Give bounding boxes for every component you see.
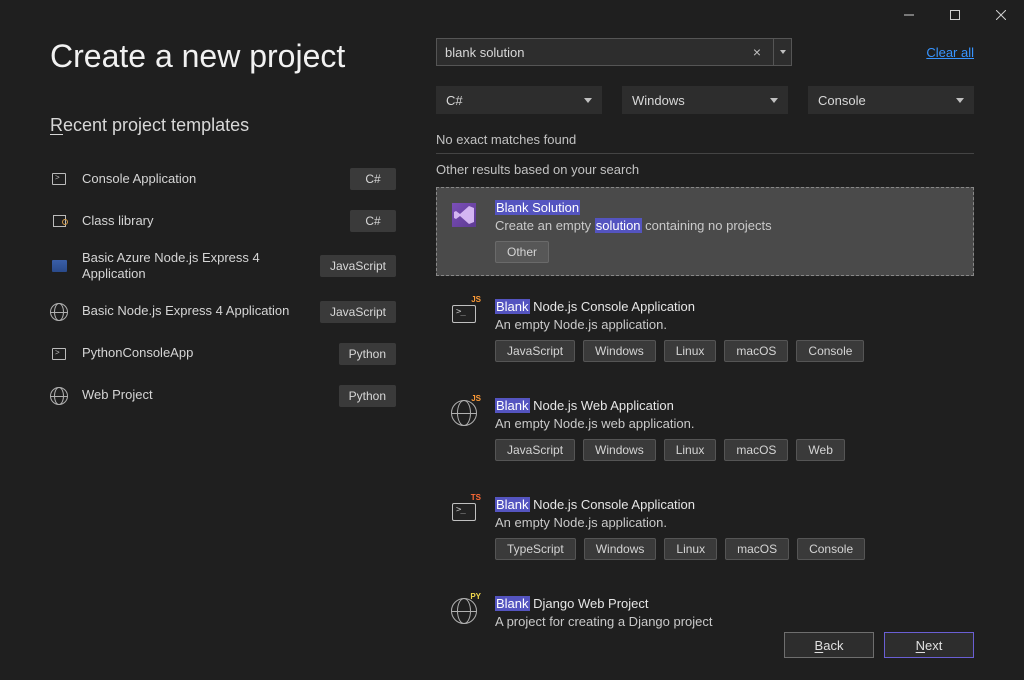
template-icon [50, 304, 68, 320]
result-tag: Console [797, 538, 865, 560]
result-icon: JS [449, 299, 479, 329]
result-description: An empty Node.js application. [495, 317, 961, 332]
language-badge: JavaScript [320, 301, 396, 323]
result-tag: JavaScript [495, 439, 575, 461]
language-badge-icon: JS [470, 395, 482, 403]
language-badge: C# [350, 168, 396, 190]
result-tag: Other [495, 241, 549, 263]
result-tag: JavaScript [495, 340, 575, 362]
result-item[interactable]: TS Blank Node.js Console Application An em… [436, 484, 974, 573]
recent-templates-list: Console Application C# Class library C# Basi… [50, 158, 396, 417]
project-type-filter-label: Console [818, 93, 866, 108]
template-label: Basic Azure Node.js Express 4 Applicatio… [82, 250, 306, 283]
template-label: Console Application [82, 171, 336, 187]
result-description: Create an empty solution containing no p… [495, 218, 961, 233]
result-item[interactable]: JS Blank Node.js Web Application An empty … [436, 385, 974, 474]
chevron-down-icon [584, 98, 592, 103]
language-filter-label: C# [446, 93, 463, 108]
template-icon [50, 213, 68, 229]
language-badge-icon: JS [470, 296, 482, 304]
result-icon: PY [449, 596, 479, 626]
clear-all-link[interactable]: Clear all [904, 45, 974, 60]
recent-template-item[interactable]: Console Application C# [50, 158, 396, 200]
results-list: Blank Solution Create an empty solution c… [436, 187, 974, 650]
result-description: An empty Node.js application. [495, 515, 961, 530]
result-title: Blank Django Web Project [495, 596, 961, 611]
minimize-button[interactable] [886, 0, 932, 30]
language-filter[interactable]: C# [436, 86, 602, 114]
result-icon: JS [449, 398, 479, 428]
recent-templates-heading: Recent project templates [50, 115, 396, 136]
result-tag: Linux [664, 340, 717, 362]
result-tags: JavaScript Windows Linux macOS Console [495, 340, 961, 362]
result-tag: macOS [725, 538, 789, 560]
language-badge: Python [339, 343, 396, 365]
platform-filter[interactable]: Windows [622, 86, 788, 114]
result-tag: macOS [724, 439, 788, 461]
template-label: Web Project [82, 387, 325, 403]
template-label: Class library [82, 213, 336, 229]
divider [436, 153, 974, 154]
page-title: Create a new project [50, 38, 396, 75]
recent-template-item[interactable]: Web Project Python [50, 375, 396, 417]
result-title: Blank Node.js Web Application [495, 398, 961, 413]
project-type-filter[interactable]: Console [808, 86, 974, 114]
result-title: Blank Node.js Console Application [495, 299, 961, 314]
language-badge-icon: PY [469, 593, 482, 601]
result-tags: Other [495, 241, 961, 263]
recent-template-item[interactable]: Basic Node.js Express 4 Application JavaS… [50, 291, 396, 333]
language-badge: C# [350, 210, 396, 232]
other-results-label: Other results based on your search [436, 162, 974, 177]
recent-template-item[interactable]: Basic Azure Node.js Express 4 Applicatio… [50, 242, 396, 291]
chevron-down-icon [770, 98, 778, 103]
search-dropdown-button[interactable] [774, 38, 792, 66]
template-icon [50, 346, 68, 362]
clear-search-icon[interactable]: × [749, 44, 765, 60]
result-description: An empty Node.js web application. [495, 416, 961, 431]
result-description: A project for creating a Django project [495, 614, 961, 629]
result-tags: TypeScript Windows Linux macOS Console [495, 538, 961, 560]
next-button[interactable]: Next [884, 632, 974, 658]
language-badge-icon: TS [470, 494, 482, 502]
search-input-container: × [436, 38, 774, 66]
result-tag: Windows [583, 340, 656, 362]
close-button[interactable] [978, 0, 1024, 30]
result-tag: TypeScript [495, 538, 576, 560]
platform-filter-label: Windows [632, 93, 685, 108]
result-title: Blank Node.js Console Application [495, 497, 961, 512]
chevron-down-icon [956, 98, 964, 103]
result-tag: macOS [724, 340, 788, 362]
chevron-down-icon [780, 50, 786, 54]
result-icon: TS [449, 497, 479, 527]
result-tag: Linux [664, 538, 717, 560]
template-label: PythonConsoleApp [82, 345, 325, 361]
result-tag: Windows [584, 538, 657, 560]
result-tag: Console [796, 340, 864, 362]
result-tag: Windows [583, 439, 656, 461]
template-icon [50, 171, 68, 187]
recent-template-item[interactable]: PythonConsoleApp Python [50, 333, 396, 375]
template-label: Basic Node.js Express 4 Application [82, 303, 306, 319]
template-icon [50, 388, 68, 404]
maximize-button[interactable] [932, 0, 978, 30]
result-tag: Linux [664, 439, 717, 461]
no-matches-message: No exact matches found [436, 132, 974, 147]
result-item[interactable]: JS Blank Node.js Console Application An em… [436, 286, 974, 375]
result-title: Blank Solution [495, 200, 961, 215]
result-item[interactable]: Blank Solution Create an empty solution c… [436, 187, 974, 276]
language-badge: Python [339, 385, 396, 407]
language-badge: JavaScript [320, 255, 396, 277]
result-icon [449, 200, 479, 230]
search-input[interactable] [445, 39, 749, 65]
result-tags: JavaScript Windows Linux macOS Web [495, 439, 961, 461]
template-icon [50, 258, 68, 274]
result-tag: Web [796, 439, 844, 461]
title-bar [0, 0, 1024, 30]
recent-template-item[interactable]: Class library C# [50, 200, 396, 242]
back-button[interactable]: Back [784, 632, 874, 658]
